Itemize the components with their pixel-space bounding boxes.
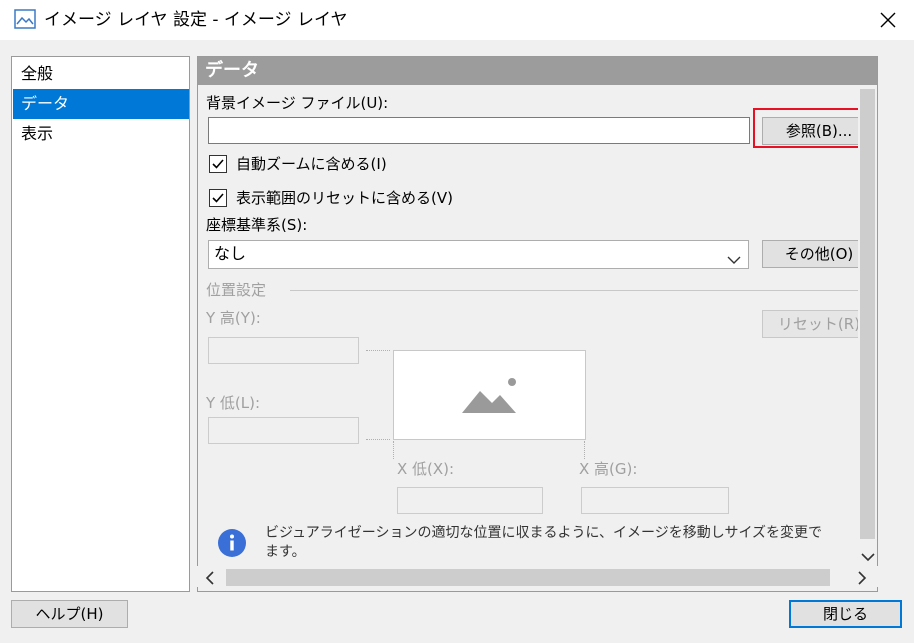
image-preview: [393, 350, 586, 440]
guide-line: [584, 441, 585, 459]
guide-line: [366, 439, 390, 440]
window-title: イメージ レイヤ 設定 - イメージ レイヤ: [44, 10, 348, 30]
close-button[interactable]: 閉じる: [789, 600, 902, 628]
image-placeholder-icon: [460, 375, 520, 421]
guide-line: [366, 350, 390, 351]
guide-line: [393, 441, 394, 459]
y-high-field[interactable]: [208, 337, 359, 364]
vertical-scroll-thumb[interactable]: [860, 89, 875, 539]
image-layer-icon: [14, 9, 36, 29]
x-high-field[interactable]: [581, 487, 729, 514]
bg-image-field[interactable]: [208, 117, 750, 144]
help-button[interactable]: ヘルプ(H): [11, 600, 128, 628]
info-text-line1: ビジュアライゼーションの適切な位置に収まるように、イメージを移動しサイズを変更で: [265, 525, 823, 541]
x-high-label: X 高(G):: [579, 460, 638, 478]
section-divider: [290, 290, 876, 291]
scroll-left-icon[interactable]: [205, 570, 215, 589]
nav-item-display[interactable]: 表示: [13, 119, 189, 149]
chevron-down-icon: [727, 250, 741, 269]
info-text-line2: ます。: [265, 544, 306, 560]
title-bar: イメージ レイヤ 設定 - イメージ レイヤ: [0, 0, 914, 40]
data-panel: データ 背景イメージ ファイル(U): 参照(B)... 自動ズームに含める(I…: [197, 56, 878, 592]
close-icon[interactable]: [866, 4, 910, 36]
y-high-label: Y 高(Y):: [206, 309, 261, 327]
auto-zoom-label: 自動ズームに含める(I): [236, 155, 387, 173]
x-low-field[interactable]: [397, 487, 543, 514]
crs-select[interactable]: なし: [208, 240, 749, 269]
position-section-title: 位置設定: [206, 281, 267, 299]
scroll-down-icon[interactable]: [861, 547, 875, 566]
vertical-scrollbar[interactable]: [858, 85, 877, 565]
horizontal-scroll-thumb[interactable]: [226, 569, 830, 586]
x-low-label: X 低(X):: [397, 460, 455, 478]
info-icon: [217, 528, 247, 562]
crs-value: なし: [214, 244, 247, 263]
nav-item-general[interactable]: 全般: [13, 59, 189, 89]
crs-label: 座標基準系(S):: [206, 216, 308, 234]
checkbox-checked-icon[interactable]: [209, 189, 227, 207]
y-low-field[interactable]: [208, 417, 359, 444]
checkbox-checked-icon[interactable]: [209, 155, 227, 173]
y-low-label: Y 低(L):: [206, 394, 261, 412]
scroll-right-icon[interactable]: [857, 570, 867, 589]
bg-image-label: 背景イメージ ファイル(U):: [206, 94, 389, 112]
settings-nav: 全般 データ 表示: [11, 56, 190, 592]
panel-header: データ: [198, 57, 877, 85]
reset-extent-label: 表示範囲のリセットに含める(V): [236, 189, 453, 207]
nav-item-data[interactable]: データ: [13, 89, 189, 119]
